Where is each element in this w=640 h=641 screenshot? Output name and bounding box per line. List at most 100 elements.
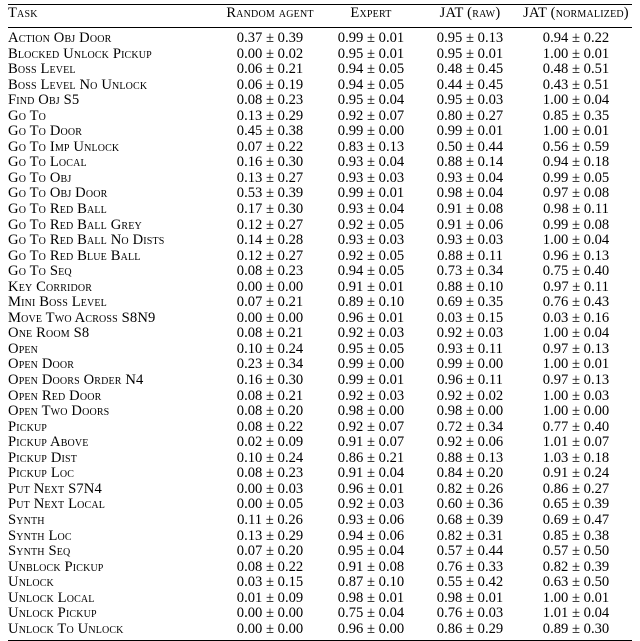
metric-cell-jat_normalized: 0.82 ± 0.39: [520, 560, 632, 576]
metric-cell-random_agent: 0.00 ± 0.00: [218, 606, 322, 622]
table-header: Task Random agent Expert JAT (raw) JAT (…: [8, 5, 632, 29]
task-name-cell: Open Two Doors: [8, 404, 218, 420]
metric-cell-jat_raw: 0.91 ± 0.06: [420, 218, 520, 234]
metric-cell-jat_normalized: 0.57 ± 0.50: [520, 544, 632, 560]
metric-cell-jat_normalized: 0.96 ± 0.13: [520, 249, 632, 265]
table-row: Put Next Local0.00 ± 0.050.92 ± 0.030.60…: [8, 497, 632, 513]
metric-cell-jat_normalized: 0.98 ± 0.11: [520, 202, 632, 218]
table-row: Synth Loc0.13 ± 0.290.94 ± 0.060.82 ± 0.…: [8, 529, 632, 545]
table-row: Go To0.13 ± 0.290.92 ± 0.070.80 ± 0.270.…: [8, 109, 632, 125]
task-name-cell: Go To Seq: [8, 264, 218, 280]
metric-cell-jat_raw: 0.98 ± 0.00: [420, 404, 520, 420]
metric-cell-random_agent: 0.08 ± 0.23: [218, 264, 322, 280]
metric-cell-random_agent: 0.45 ± 0.38: [218, 124, 322, 140]
metric-cell-random_agent: 0.07 ± 0.22: [218, 140, 322, 156]
metric-cell-jat_raw: 0.48 ± 0.45: [420, 62, 520, 78]
metric-cell-expert: 0.91 ± 0.01: [322, 280, 420, 296]
table-row: Go To Red Ball Grey0.12 ± 0.270.92 ± 0.0…: [8, 218, 632, 234]
metric-cell-random_agent: 0.08 ± 0.21: [218, 326, 322, 342]
metric-cell-jat_raw: 0.91 ± 0.08: [420, 202, 520, 218]
metric-cell-jat_normalized: 0.89 ± 0.30: [520, 622, 632, 638]
metric-cell-random_agent: 0.02 ± 0.09: [218, 435, 322, 451]
table-row: Unblock Pickup0.08 ± 0.220.91 ± 0.080.76…: [8, 560, 632, 576]
metric-cell-jat_normalized: 1.00 ± 0.04: [520, 93, 632, 109]
metric-cell-jat_raw: 0.03 ± 0.15: [420, 311, 520, 327]
task-name-cell: Unlock To Unlock: [8, 622, 218, 638]
task-name-cell: Go To Red Ball No Dists: [8, 233, 218, 249]
table-row: Unlock0.03 ± 0.150.87 ± 0.100.55 ± 0.420…: [8, 575, 632, 591]
metric-cell-random_agent: 0.08 ± 0.23: [218, 93, 322, 109]
metric-cell-expert: 0.92 ± 0.05: [322, 249, 420, 265]
task-name-cell: Put Next Local: [8, 497, 218, 513]
task-name-cell: Synth Seq: [8, 544, 218, 560]
table-row: Unlock Pickup0.00 ± 0.000.75 ± 0.040.76 …: [8, 606, 632, 622]
table-row: Key Corridor0.00 ± 0.000.91 ± 0.010.88 ±…: [8, 280, 632, 296]
metric-cell-expert: 0.94 ± 0.06: [322, 529, 420, 545]
metric-cell-jat_normalized: 1.00 ± 0.03: [520, 389, 632, 405]
metric-cell-jat_normalized: 0.99 ± 0.05: [520, 171, 632, 187]
metric-cell-random_agent: 0.08 ± 0.22: [218, 560, 322, 576]
task-name-cell: Open Red Door: [8, 389, 218, 405]
metric-cell-jat_normalized: 1.00 ± 0.00: [520, 404, 632, 420]
metric-cell-jat_raw: 0.72 ± 0.34: [420, 420, 520, 436]
task-name-cell: Put Next S7N4: [8, 482, 218, 498]
metric-cell-jat_raw: 0.96 ± 0.11: [420, 373, 520, 389]
metric-cell-expert: 0.94 ± 0.05: [322, 62, 420, 78]
task-name-cell: Blocked Unlock Pickup: [8, 47, 218, 63]
task-name-cell: Unlock Pickup: [8, 606, 218, 622]
metric-cell-random_agent: 0.00 ± 0.05: [218, 497, 322, 513]
metric-cell-expert: 0.92 ± 0.07: [322, 109, 420, 125]
metric-cell-random_agent: 0.00 ± 0.00: [218, 622, 322, 638]
table-row: Synth Seq0.07 ± 0.200.95 ± 0.040.57 ± 0.…: [8, 544, 632, 560]
metric-cell-jat_normalized: 0.97 ± 0.13: [520, 342, 632, 358]
metric-cell-expert: 0.91 ± 0.07: [322, 435, 420, 451]
task-name-cell: Open Doors Order N4: [8, 373, 218, 389]
task-name-cell: Mini Boss Level: [8, 295, 218, 311]
table-row: Pickup Loc0.08 ± 0.230.91 ± 0.040.84 ± 0…: [8, 466, 632, 482]
metric-cell-jat_raw: 0.76 ± 0.03: [420, 606, 520, 622]
table-row: Go To Red Ball0.17 ± 0.300.93 ± 0.040.91…: [8, 202, 632, 218]
metric-cell-jat_raw: 0.95 ± 0.03: [420, 93, 520, 109]
metric-cell-expert: 0.93 ± 0.04: [322, 155, 420, 171]
table-row: Go To Door0.45 ± 0.380.99 ± 0.000.99 ± 0…: [8, 124, 632, 140]
metric-cell-jat_raw: 0.99 ± 0.00: [420, 357, 520, 373]
table-row: Unlock To Unlock0.00 ± 0.000.96 ± 0.000.…: [8, 622, 632, 638]
metric-cell-expert: 0.92 ± 0.03: [322, 497, 420, 513]
task-name-cell: Open Door: [8, 357, 218, 373]
metric-cell-random_agent: 0.06 ± 0.21: [218, 62, 322, 78]
table-row: Open Two Doors0.08 ± 0.200.98 ± 0.000.98…: [8, 404, 632, 420]
task-name-cell: Pickup Above: [8, 435, 218, 451]
metric-cell-jat_normalized: 0.86 ± 0.27: [520, 482, 632, 498]
metric-cell-jat_normalized: 0.91 ± 0.24: [520, 466, 632, 482]
metric-cell-jat_raw: 0.44 ± 0.45: [420, 78, 520, 94]
task-name-cell: Synth: [8, 513, 218, 529]
task-name-cell: Go To Red Blue Ball: [8, 249, 218, 265]
task-name-cell: Go To Door: [8, 124, 218, 140]
table-row: One Room S80.08 ± 0.210.92 ± 0.030.92 ± …: [8, 326, 632, 342]
task-name-cell: Go To: [8, 109, 218, 125]
metric-cell-expert: 0.93 ± 0.03: [322, 233, 420, 249]
task-name-cell: Unlock Local: [8, 591, 218, 607]
task-name-cell: Go To Obj Door: [8, 186, 218, 202]
metric-cell-expert: 0.87 ± 0.10: [322, 575, 420, 591]
metric-cell-expert: 0.95 ± 0.04: [322, 93, 420, 109]
metric-cell-jat_normalized: 0.99 ± 0.08: [520, 218, 632, 234]
task-name-cell: Synth Loc: [8, 529, 218, 545]
table-row: Pickup Above0.02 ± 0.090.91 ± 0.070.92 ±…: [8, 435, 632, 451]
metric-cell-jat_raw: 0.99 ± 0.01: [420, 124, 520, 140]
metric-cell-random_agent: 0.37 ± 0.39: [218, 31, 322, 47]
metric-cell-random_agent: 0.12 ± 0.27: [218, 218, 322, 234]
task-name-cell: Find Obj S5: [8, 93, 218, 109]
table-row: Unlock Local0.01 ± 0.090.98 ± 0.010.98 ±…: [8, 591, 632, 607]
task-name-cell: One Room S8: [8, 326, 218, 342]
task-name-cell: Go To Local: [8, 155, 218, 171]
metric-cell-expert: 0.98 ± 0.01: [322, 591, 420, 607]
metric-cell-jat_raw: 0.88 ± 0.13: [420, 451, 520, 467]
table-row: Open Red Door0.08 ± 0.210.92 ± 0.030.92 …: [8, 389, 632, 405]
metric-cell-random_agent: 0.07 ± 0.20: [218, 544, 322, 560]
table-row: Go To Red Blue Ball0.12 ± 0.270.92 ± 0.0…: [8, 249, 632, 265]
task-name-cell: Unblock Pickup: [8, 560, 218, 576]
metric-cell-random_agent: 0.53 ± 0.39: [218, 186, 322, 202]
table-row: Blocked Unlock Pickup0.00 ± 0.020.95 ± 0…: [8, 47, 632, 63]
metric-cell-random_agent: 0.03 ± 0.15: [218, 575, 322, 591]
